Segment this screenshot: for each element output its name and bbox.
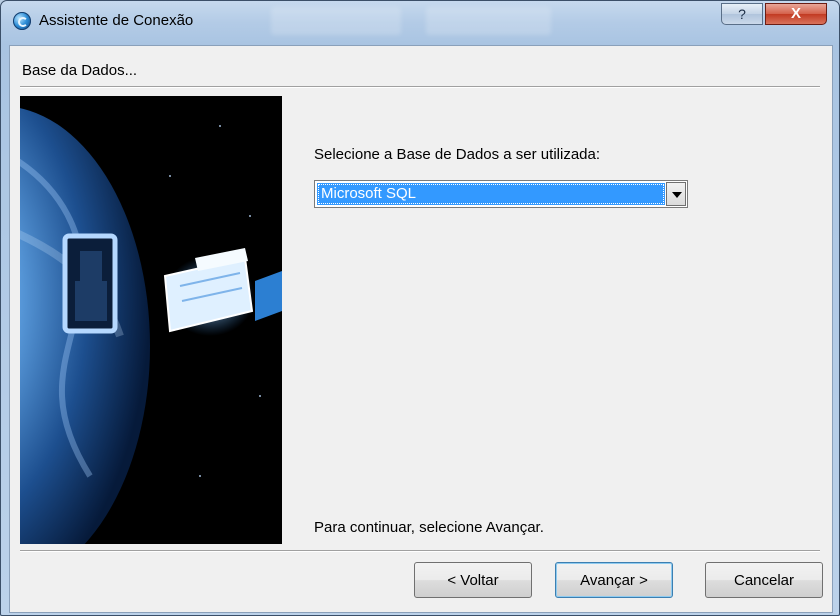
next-button[interactable]: Avançar > [555, 562, 673, 598]
window-title: Assistente de Conexão [39, 12, 194, 29]
database-select[interactable]: Microsoft SQL [314, 180, 688, 208]
page-title: Base da Dados... [22, 62, 138, 79]
background-window-ghost [426, 7, 551, 35]
wizard-body: Base da Dados... Selecione a Base de Dad… [9, 45, 833, 613]
continue-hint: Para continuar, selecione Avançar. [314, 519, 544, 536]
network-plug-image [20, 96, 282, 544]
footer-divider [20, 550, 820, 552]
title-bar[interactable]: Assistente de Conexão ? X [1, 1, 839, 41]
back-button[interactable]: < Voltar [414, 562, 532, 598]
app-icon [13, 12, 31, 30]
close-button[interactable]: X [765, 3, 827, 25]
database-prompt: Selecione a Base de Dados a ser utilizad… [314, 146, 601, 163]
cancel-button[interactable]: Cancelar [705, 562, 823, 598]
help-button[interactable]: ? [721, 3, 763, 25]
database-select-value[interactable]: Microsoft SQL [317, 183, 665, 205]
chevron-down-icon[interactable] [666, 182, 686, 206]
header-divider [20, 86, 820, 88]
dialog-window: Assistente de Conexão ? X Base da Dados.… [0, 0, 840, 616]
background-window-ghost [271, 7, 401, 35]
